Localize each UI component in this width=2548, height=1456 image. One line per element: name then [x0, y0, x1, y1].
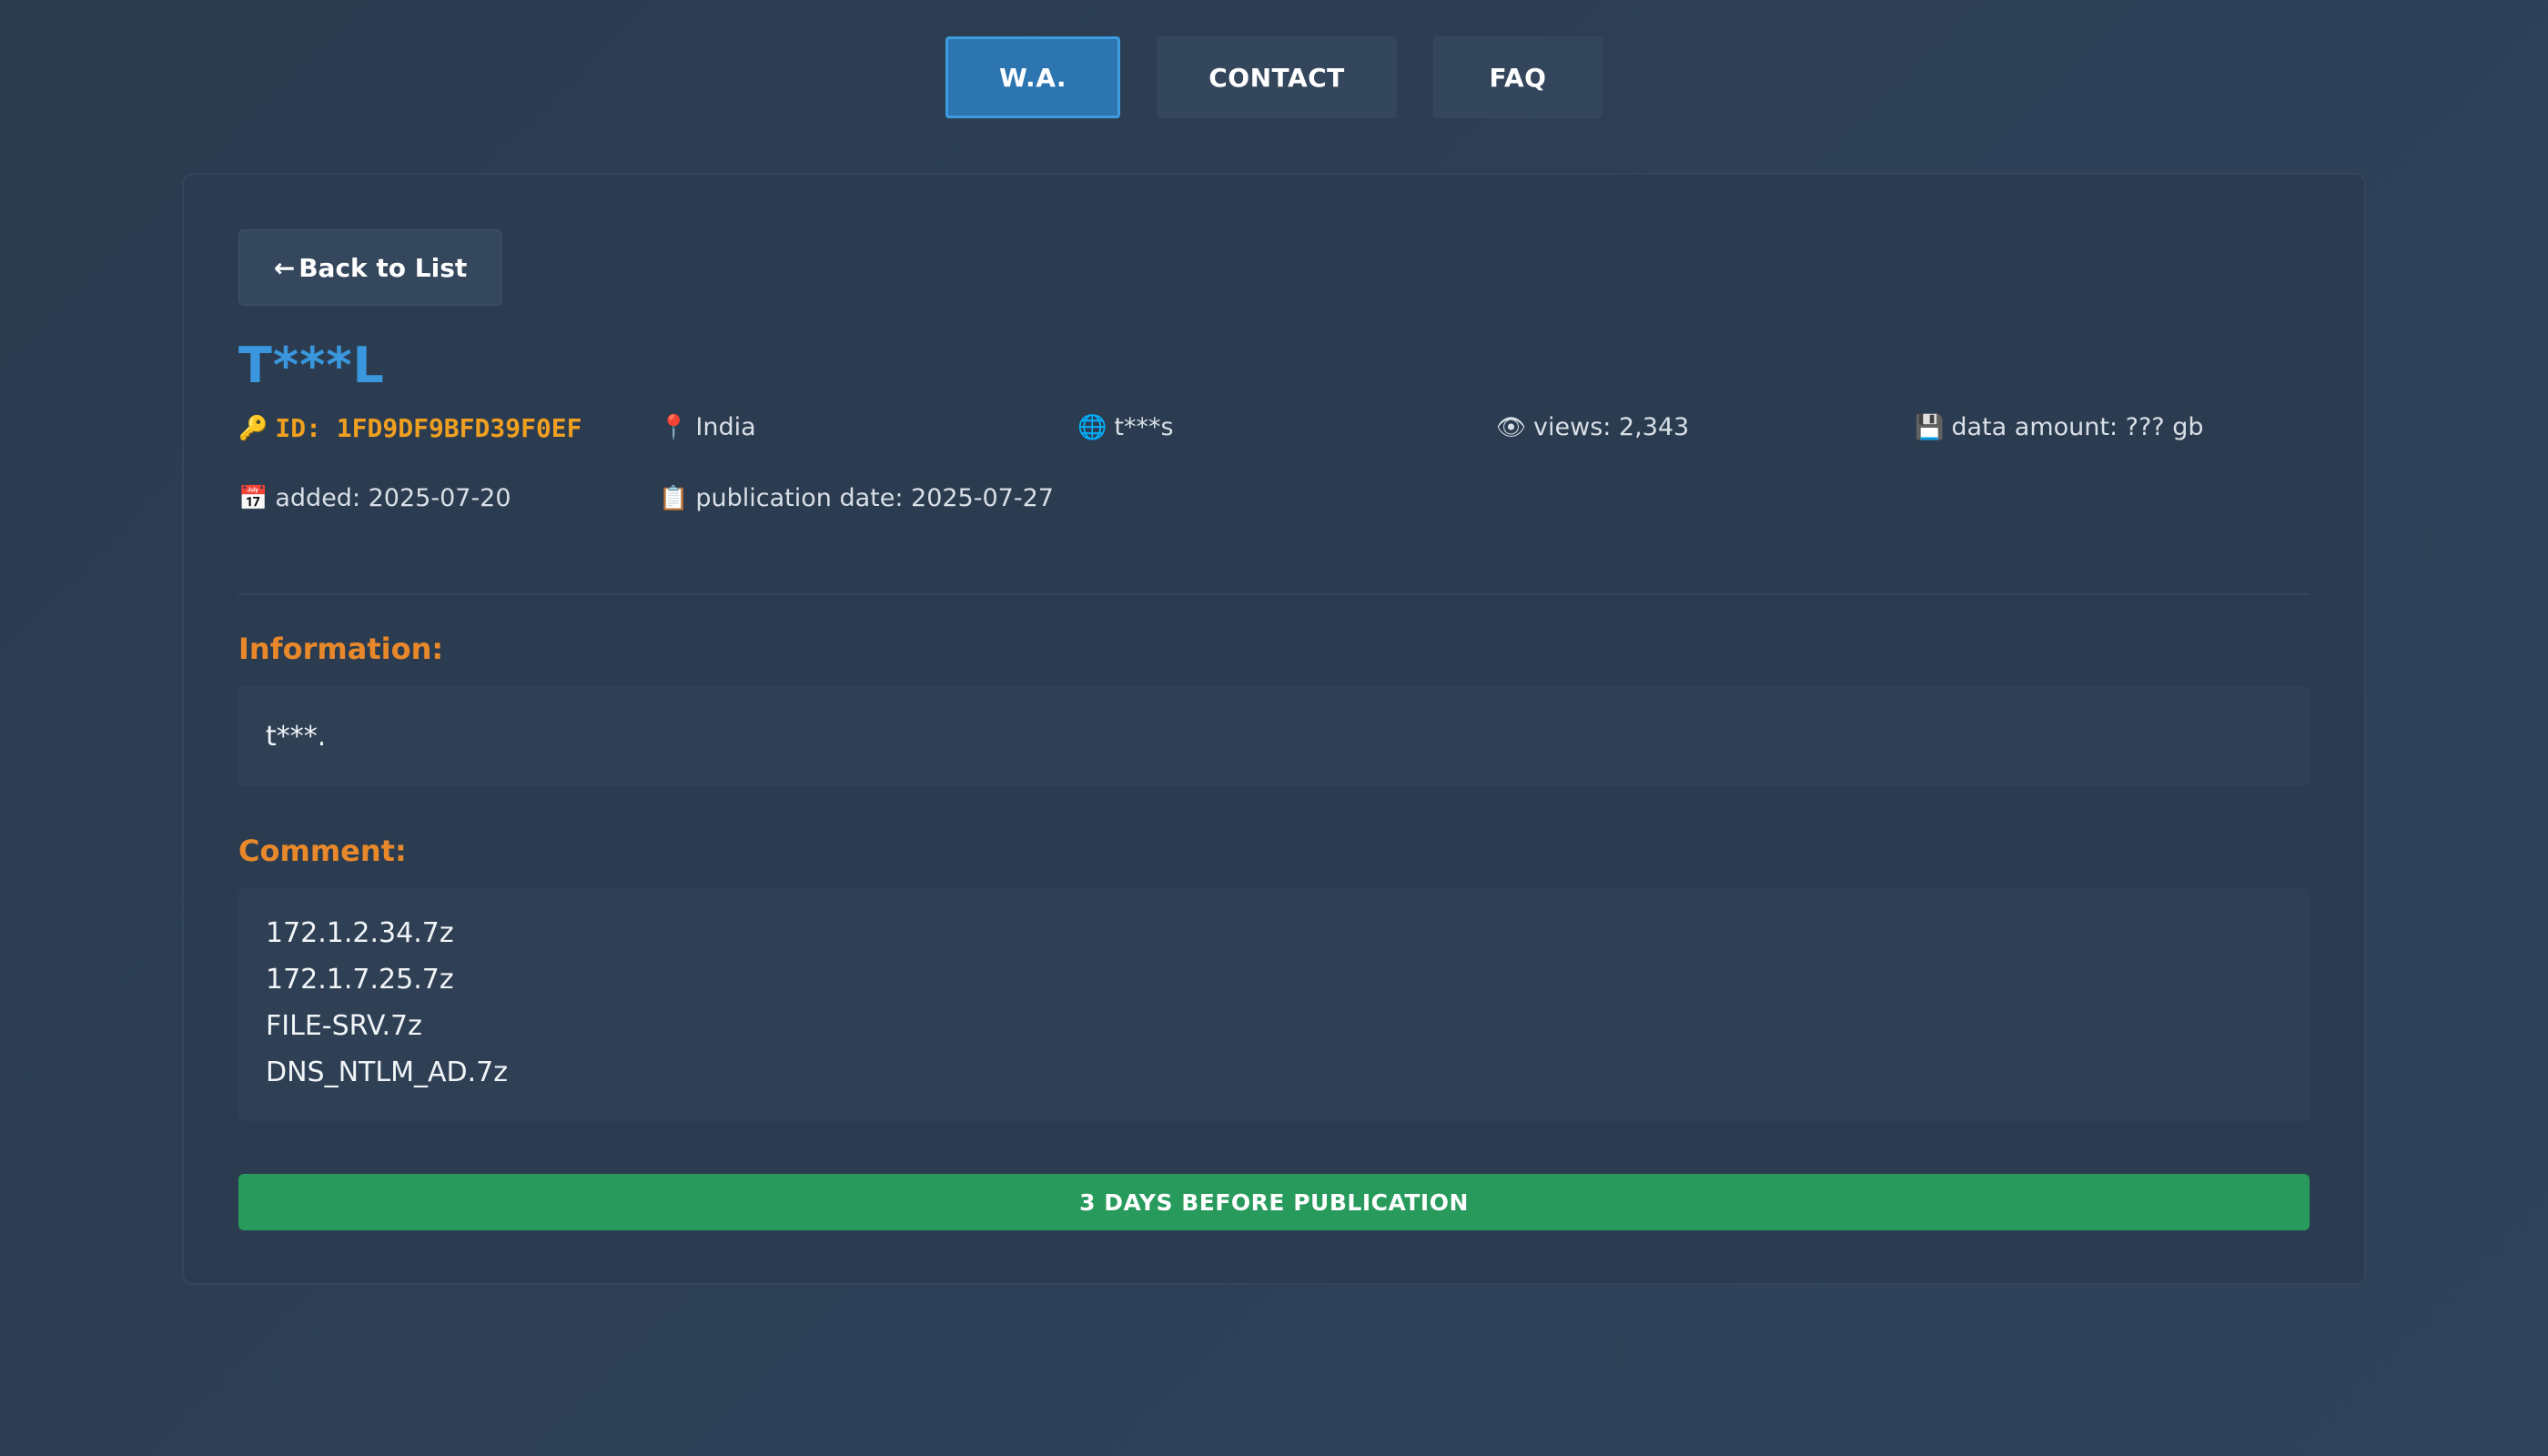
back-to-list-button[interactable]: ← Back to List	[238, 229, 502, 306]
publication-countdown-badge: 3 DAYS BEFORE PUBLICATION	[238, 1174, 2310, 1230]
comment-heading: Comment:	[238, 834, 407, 868]
meta-id: 🔑 ID: 1FD9DF9BFD39F0EF	[238, 413, 582, 443]
views-value: views: 2,343	[1533, 413, 1690, 441]
meta-views: 👁 views: 2,343	[1496, 413, 1689, 441]
location-value: India	[695, 413, 756, 441]
calendar-icon: 📅	[238, 484, 268, 512]
back-button-label: Back to List	[298, 252, 468, 283]
nav-tab-faq[interactable]: FAQ	[1433, 36, 1603, 118]
information-heading: Information:	[238, 632, 444, 666]
globe-icon: 🌐	[1077, 413, 1107, 441]
comment-line: DNS_NTLM_AD.7z	[266, 1057, 508, 1088]
meta-publication: 📋 publication date: 2025-07-27	[659, 484, 1054, 512]
comment-line: 172.1.2.34.7z	[266, 917, 454, 949]
divider	[238, 593, 2310, 595]
meta-data-amount: 💾 data amount: ??? gb	[1915, 413, 2203, 441]
top-nav: W.A. CONTACT FAQ	[0, 36, 2548, 118]
page-title: T***L	[238, 337, 385, 394]
information-box: t***.	[238, 686, 2310, 786]
clipboard-icon: 📋	[659, 484, 689, 512]
arrow-left-icon: ←	[273, 252, 296, 283]
publication-value: publication date: 2025-07-27	[695, 484, 1054, 512]
information-text: t***.	[266, 720, 327, 753]
nav-tab-contact[interactable]: CONTACT	[1157, 36, 1397, 118]
key-icon: 🔑	[238, 414, 268, 442]
detail-card: ← Back to List T***L 🔑 ID: 1FD9DF9BFD39F…	[182, 173, 2366, 1285]
meta-site: 🌐 t***s	[1077, 413, 1174, 441]
meta-location: 📍 India	[659, 413, 756, 441]
comment-line: 172.1.7.25.7z	[266, 964, 454, 996]
record-id: ID: 1FD9DF9BFD39F0EF	[275, 413, 582, 443]
floppy-disk-icon: 💾	[1915, 413, 1945, 441]
comment-box: 172.1.2.34.7z 172.1.7.25.7z FILE-SRV.7z …	[238, 888, 2310, 1121]
pin-icon: 📍	[659, 413, 689, 441]
meta-added: 📅 added: 2025-07-20	[238, 484, 511, 512]
data-amount-value: data amount: ??? gb	[1951, 413, 2204, 441]
nav-tab-wa[interactable]: W.A.	[945, 36, 1120, 118]
comment-line: FILE-SRV.7z	[266, 1010, 422, 1042]
eye-icon: 👁	[1496, 413, 1527, 441]
added-value: added: 2025-07-20	[275, 484, 511, 512]
site-value: t***s	[1114, 413, 1174, 441]
